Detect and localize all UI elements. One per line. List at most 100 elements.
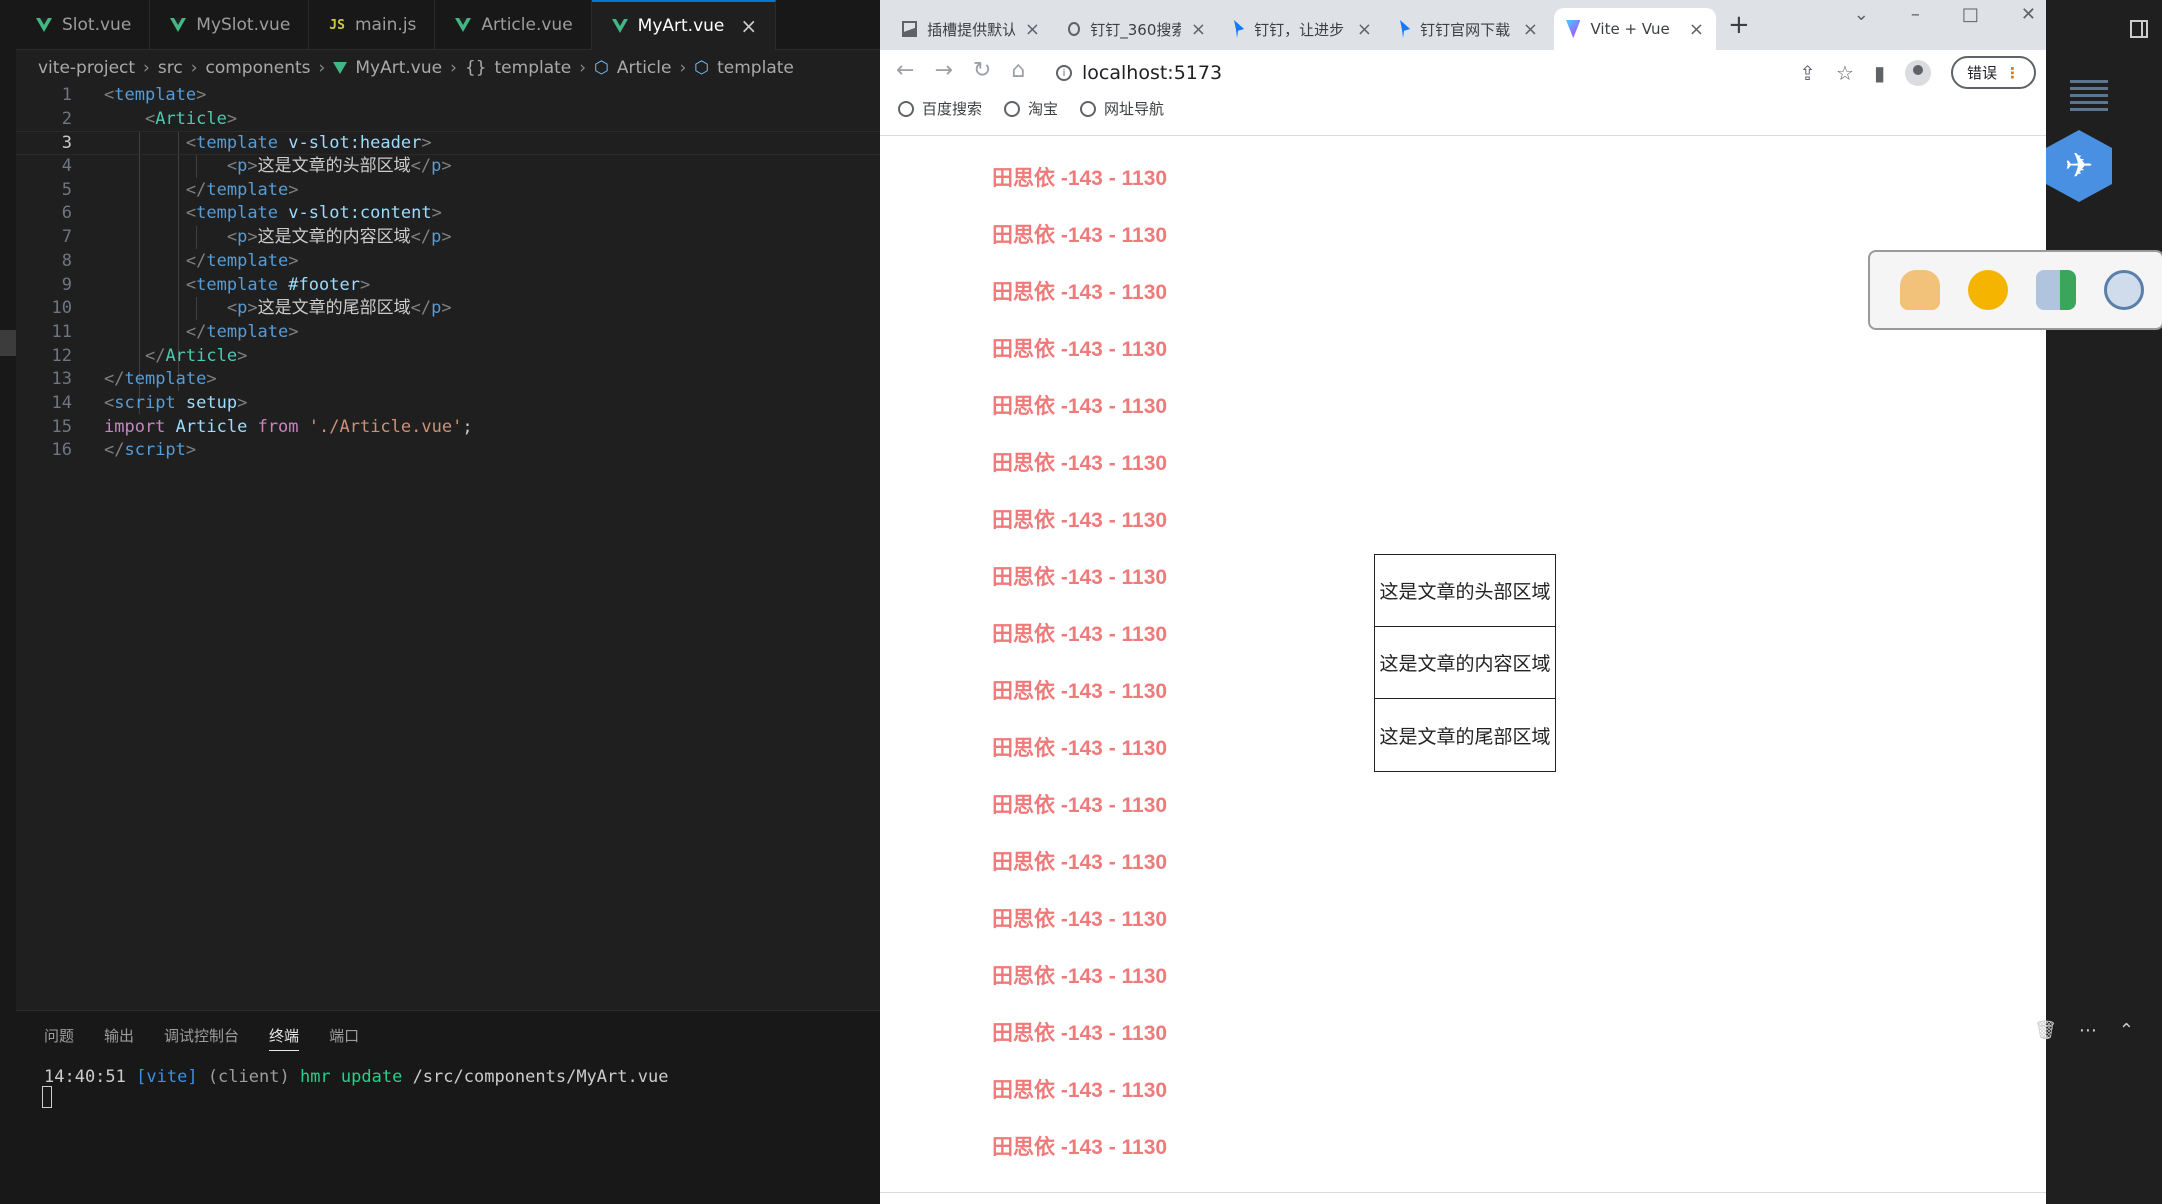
repeated-line: 田思依 -143 - 1130 [992, 1022, 1168, 1045]
hand-icon[interactable] [1900, 270, 1940, 310]
close-icon[interactable]: × [1191, 19, 1206, 40]
close-icon[interactable]: × [1523, 19, 1538, 40]
back-icon[interactable]: ← [896, 58, 914, 83]
repeated-line: 田思依 -143 - 1130 [992, 338, 1168, 361]
chevron-right-icon: › [579, 58, 587, 78]
close-window-icon[interactable]: ✕ [2021, 4, 2036, 25]
bookmark-label: 网址导航 [1104, 100, 1165, 118]
globe-icon [898, 101, 914, 117]
breadcrumb-file[interactable]: MyArt.vue [355, 58, 442, 78]
activity-bar [0, 0, 16, 1204]
breadcrumb: vite-project › src › components › MyArt.… [16, 52, 880, 84]
chevron-up-icon[interactable]: ⌃ [2119, 1020, 2134, 1041]
bookmark-item[interactable]: 淘宝 [1004, 98, 1058, 119]
minimize-icon[interactable]: – [1911, 4, 1920, 25]
terminal-time: 14:40:51 [44, 1067, 126, 1087]
tab-label: Article.vue [481, 15, 573, 35]
repeated-line: 田思依 -143 - 1130 [992, 737, 1168, 760]
globe-icon [1080, 101, 1097, 117]
reload-icon[interactable]: ↻ [973, 58, 991, 83]
panel-tab-debug-console[interactable]: 调试控制台 [164, 1025, 239, 1051]
breadcrumb-src[interactable]: src [158, 58, 183, 78]
chat-icon[interactable] [1968, 270, 2008, 310]
tab-article-vue[interactable]: Article.vue [435, 0, 592, 50]
repeated-line: 田思依 -143 - 1130 [992, 395, 1168, 418]
breadcrumb-components[interactable]: components [206, 58, 311, 78]
browser-toolbar: ← → ↻ ⌂ i localhost:5173 ⇪ ☆ ▮ 错误 ⋮ 百度搜索… [880, 50, 2046, 136]
close-icon[interactable]: × [740, 14, 757, 38]
code-line: 4 <p>这是文章的头部区域</p> [16, 155, 880, 179]
browser-window: 插槽提供默认 × 钉钉_360搜索 × 钉钉，让进步 × 钉钉官网下载 × Vi… [880, 0, 2046, 1204]
repeated-line: 田思依 -143 - 1130 [992, 566, 1168, 589]
bookmark-item[interactable]: 百度搜索 [898, 98, 982, 119]
browser-tab-title: 钉钉_360搜索 [1090, 20, 1181, 39]
js-file-icon: JS [329, 17, 345, 33]
vue-file-icon [611, 19, 628, 33]
tab-myslot-vue[interactable]: MySlot.vue [150, 0, 310, 50]
chevron-right-icon: › [143, 58, 150, 78]
chevron-right-icon: › [679, 58, 687, 78]
bird-widget-icon[interactable]: ✈ [2046, 130, 2112, 202]
code-line: 1 <template> [16, 84, 880, 108]
repeated-line: 田思依 -143 - 1130 [992, 224, 1168, 247]
layout-icon[interactable] [2130, 20, 2148, 38]
repeated-line: 田思依 -143 - 1130 [992, 965, 1168, 988]
close-icon[interactable]: × [1357, 19, 1372, 40]
more-icon: ⋮ [2005, 63, 2020, 82]
article-header: 这是文章的头部区域 [1375, 555, 1555, 627]
code-line: 8 </template> [16, 250, 880, 274]
terminal-output[interactable]: 14:40:51 [vite] (client) hmr update /src… [44, 1067, 668, 1087]
sidebar-icon[interactable]: ▮ [1874, 61, 1885, 85]
code-editor[interactable]: 1 <template> 2 <Article> 3 <template v-s… [16, 84, 880, 1004]
forward-icon[interactable]: → [934, 58, 952, 83]
export-icon[interactable] [2036, 270, 2076, 310]
error-button[interactable]: 错误 ⋮ [1950, 56, 2036, 89]
breadcrumb-template-inner[interactable]: template [717, 58, 794, 78]
more-icon[interactable]: ⋯ [2079, 1020, 2097, 1041]
bottom-panel: 问题 输出 调试控制台 终端 端口 14:40:51 [vite] (clien… [16, 1010, 880, 1204]
terminal-client: (client) [207, 1067, 290, 1087]
panel-tab-terminal[interactable]: 终端 [269, 1025, 300, 1051]
home-icon[interactable]: ⌂ [1011, 58, 1025, 83]
panel-tab-problems[interactable]: 问题 [44, 1025, 74, 1051]
right-strip: ✈ 🗑 ⋯ ⌃ [1868, 0, 2162, 1204]
repeated-line: 田思依 -143 - 1130 [992, 1136, 1168, 1159]
profile-avatar[interactable] [1904, 59, 1931, 86]
bookmark-item[interactable]: 网址导航 [1080, 98, 1164, 119]
nav-buttons: ← → ↻ ⌂ [896, 58, 1025, 83]
close-icon[interactable]: × [1025, 19, 1040, 40]
tab-slot-vue[interactable]: Slot.vue [16, 0, 151, 50]
tab-main-js[interactable]: JS main.js [309, 0, 436, 50]
breadcrumb-project[interactable]: vite-project [38, 58, 135, 78]
browser-tab[interactable]: 钉钉_360搜索 × [1056, 8, 1218, 50]
tab-search-icon[interactable]: ⌄ [1854, 4, 1869, 25]
panel-tab-output[interactable]: 输出 [104, 1025, 134, 1051]
browser-tab[interactable]: 钉钉官网下载 × [1388, 8, 1550, 50]
address-bar[interactable]: i localhost:5173 [1056, 56, 1736, 90]
line-number: 15 [51, 416, 72, 437]
maximize-icon[interactable]: □ [1962, 4, 1979, 25]
line-number: 5 [61, 179, 72, 200]
editor-tab-bar: Slot.vue MySlot.vue JS main.js Article.v… [16, 0, 880, 50]
close-icon[interactable]: × [1689, 19, 1704, 40]
floating-toolbar [1868, 250, 2162, 330]
terminal-path: /src/components/MyArt.vue [412, 1067, 669, 1087]
browser-tab[interactable]: 钉钉，让进步 × [1222, 8, 1384, 50]
code-line: 10 <p>这是文章的尾部区域</p> [16, 297, 880, 321]
zoom-icon[interactable] [2104, 270, 2144, 310]
breadcrumb-template[interactable]: template [495, 58, 572, 78]
line-number: 16 [51, 440, 72, 461]
browser-tab[interactable]: 插槽提供默认 × [890, 8, 1052, 50]
tab-label: MyArt.vue [637, 16, 725, 36]
star-icon[interactable]: ☆ [1836, 61, 1854, 85]
share-icon[interactable]: ⇪ [1799, 61, 1816, 85]
dingtalk-icon [1234, 20, 1245, 38]
trash-icon[interactable]: 🗑 [2034, 1020, 2057, 1041]
breadcrumb-article[interactable]: Article [617, 58, 672, 78]
info-icon[interactable]: i [1056, 65, 1072, 81]
tab-myart-vue[interactable]: MyArt.vue × [591, 0, 777, 50]
panel-tab-ports[interactable]: 端口 [329, 1025, 359, 1051]
browser-tab-title: 插槽提供默认 [927, 20, 1015, 39]
new-tab-button[interactable]: + [1728, 10, 1750, 40]
browser-tab-active[interactable]: Vite + Vue × [1554, 8, 1716, 50]
